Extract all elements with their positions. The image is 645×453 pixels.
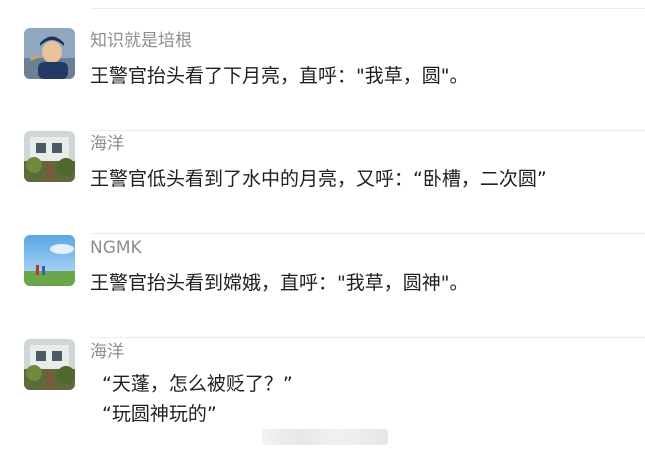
comment-text-line: “玩圆神玩的”	[102, 403, 217, 425]
sky-field-avatar-icon[interactable]	[24, 235, 75, 286]
comment-text: 王警官抬头看到嫦娥，直呼："我草，圆神"。	[90, 272, 469, 294]
comment-item: NGMK 王警官抬头看到嫦娥，直呼："我草，圆神"。	[0, 235, 645, 338]
comment-text: 王警官抬头看了下月亮，直呼："我草，圆"。	[90, 65, 469, 87]
boy-cap-avatar-icon[interactable]	[24, 28, 75, 79]
comment-author[interactable]: 海洋	[90, 341, 124, 363]
comment-item: 海洋 王警官低头看到了水中的月亮，又呼：“卧槽，二次圆”	[0, 131, 645, 234]
comment-author[interactable]: 知识就是培根	[90, 30, 192, 52]
comment-author[interactable]: 海洋	[90, 133, 124, 155]
top-divider	[90, 8, 645, 9]
comment-item: 知识就是培根 王警官抬头看了下月亮，直呼："我草，圆"。	[0, 28, 645, 131]
comment-divider	[90, 233, 645, 234]
comment-divider	[90, 337, 645, 338]
comment-text: “天蓬，怎么被贬了？” “玩圆神玩的”	[102, 369, 293, 429]
comment-text: 王警官低头看到了水中的月亮，又呼：“卧槽，二次圆”	[90, 168, 547, 190]
house-garden-avatar-icon[interactable]	[24, 131, 75, 182]
comment-author[interactable]: NGMK	[90, 237, 142, 259]
comment-text-line: “天蓬，怎么被贬了？”	[102, 373, 293, 395]
blurred-watermark	[262, 429, 388, 445]
house-garden-avatar-icon[interactable]	[24, 339, 75, 390]
